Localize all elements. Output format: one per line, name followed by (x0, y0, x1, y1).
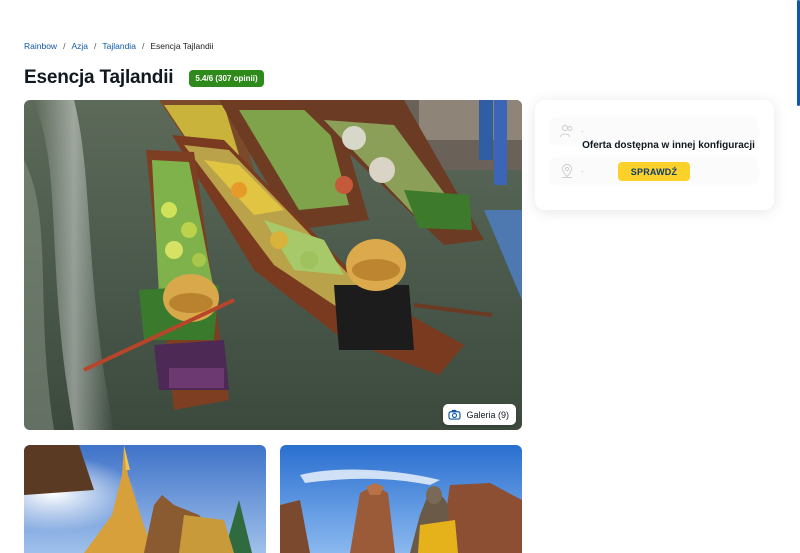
breadcrumb-separator: / (94, 41, 97, 51)
title-row: Esencja Tajlandii 5.4/6 (307 opinii) (24, 67, 264, 89)
thumbnail-temple-photo[interactable] (24, 445, 266, 553)
offer-card: - - Oferta dostępna w innej konfiguracji… (535, 100, 774, 210)
breadcrumb: Rainbow / Azja / Tajlandia / Esencja Taj… (24, 41, 213, 51)
participants-placeholder: - (581, 126, 584, 136)
breadcrumb-separator: / (63, 41, 66, 51)
temple-photo (24, 445, 266, 553)
location-pin-icon (561, 163, 573, 178)
breadcrumb-separator: / (141, 41, 145, 51)
hero-image-floating-market[interactable]: Galeria (9) (24, 100, 522, 430)
offer-unavailable-message: Oferta dostępna w innej konfiguracji (582, 140, 755, 151)
check-offer-button[interactable]: SPRAWDŹ (618, 162, 690, 181)
departure-placeholder: - (581, 166, 584, 176)
ayutthaya-photo (280, 445, 522, 553)
gallery-button[interactable]: Galeria (9) (443, 404, 516, 425)
floating-market-photo (24, 100, 522, 430)
thumbnail-ayutthaya-photo[interactable] (280, 445, 522, 553)
page-title: Esencja Tajlandii (24, 67, 174, 88)
users-icon (560, 124, 573, 138)
gallery-label: Galeria (9) (466, 409, 509, 420)
camera-icon (448, 409, 462, 420)
breadcrumb-current: Esencja Tajlandii (150, 41, 214, 51)
breadcrumb-link-rainbow[interactable]: Rainbow (24, 41, 57, 51)
breadcrumb-link-tajlandia[interactable]: Tajlandia (102, 41, 136, 51)
rating-badge[interactable]: 5.4/6 (307 opinii) (189, 69, 264, 87)
breadcrumb-link-azja[interactable]: Azja (71, 41, 88, 51)
